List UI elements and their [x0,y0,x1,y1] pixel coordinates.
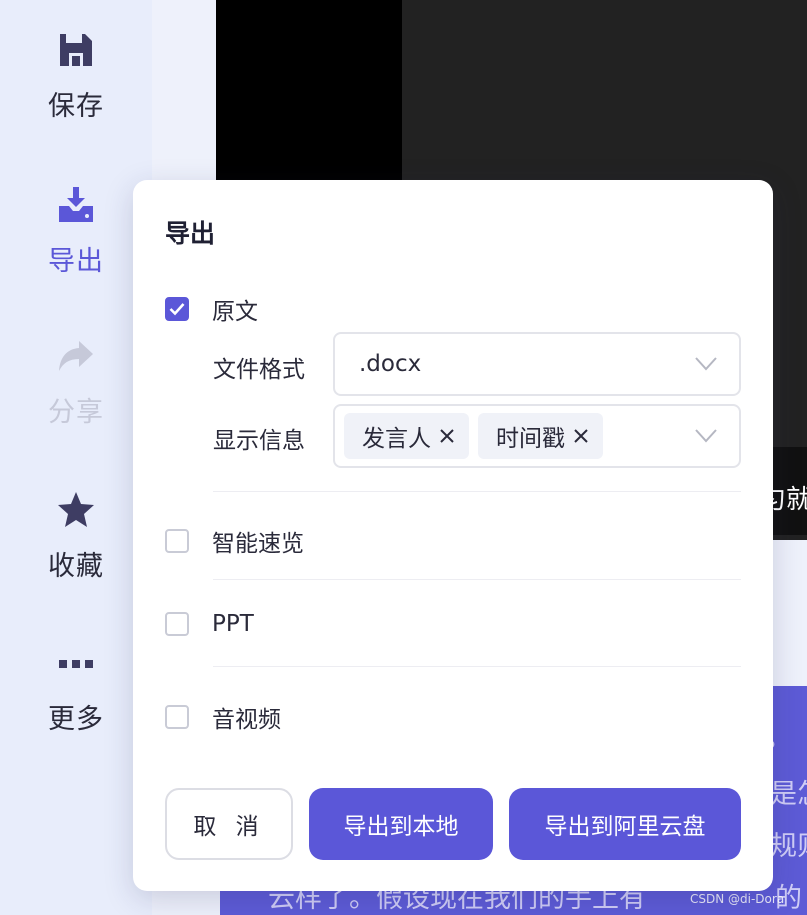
share-icon [56,336,96,376]
option-audio-video[interactable]: 音视频 [165,700,281,734]
tag-label: 发言人 [362,426,431,452]
sidebar-item-label: 收藏 [48,551,104,582]
file-format-value: .docx [359,351,422,377]
checkbox-ppt[interactable] [165,612,189,636]
tag-timestamp: 时间戳 [478,413,603,459]
sidebar-item-label: 保存 [48,91,104,122]
option-smart-preview[interactable]: 智能速览 [165,524,304,558]
file-format-select[interactable]: .docx [333,332,741,396]
checkbox-original[interactable] [165,297,189,321]
option-label: 原文 [212,299,258,325]
dialog-title: 导出 [165,219,216,248]
save-icon [56,30,96,70]
file-format-label: 文件格式 [213,357,305,383]
export-local-button[interactable]: 导出到本地 [309,788,493,860]
chevron-down-icon [695,357,717,371]
option-label: PPT [212,611,254,637]
export-dialog: 导出 原文 文件格式 .docx 显示信息 发言人 时间戳 智能速览 PPT 音… [133,180,773,891]
export-cloud-button[interactable]: 导出到阿里云盘 [509,788,741,860]
sidebar-item-share[interactable]: 分享 [0,336,152,429]
sidebar-item-label: 导出 [48,246,104,277]
sidebar: 保存 导出 分享 收藏 更多 [0,0,152,915]
option-original[interactable]: 原文 [165,292,258,326]
more-icon [56,643,96,683]
sidebar-item-more[interactable]: 更多 [0,643,152,736]
close-icon[interactable] [573,428,589,444]
star-icon [56,490,96,530]
sidebar-item-favorite[interactable]: 收藏 [0,490,152,583]
transcript-line: 规则 [770,831,807,862]
sidebar-item-label: 更多 [48,704,104,735]
option-ppt[interactable]: PPT [165,611,254,637]
tag-speaker: 发言人 [344,413,469,459]
display-info-label: 显示信息 [213,428,305,454]
download-icon [56,185,96,225]
option-label: 智能速览 [212,531,304,557]
close-icon[interactable] [439,428,455,444]
divider [213,579,741,580]
checkbox-smart-preview[interactable] [165,529,189,553]
check-icon [169,303,185,316]
option-label: 音视频 [212,707,281,733]
tag-label: 时间戳 [496,426,565,452]
sidebar-item-export[interactable]: 导出 [0,185,152,278]
checkbox-audio-video[interactable] [165,705,189,729]
transcript-line: 是怎 [770,779,807,810]
display-info-select[interactable]: 发言人 时间戳 [333,404,741,468]
cancel-button[interactable]: 取 消 [165,788,293,860]
sidebar-item-label: 分享 [48,397,104,428]
divider [213,666,741,667]
divider [213,491,741,492]
sidebar-item-save[interactable]: 保存 [0,30,152,123]
chevron-down-icon [695,429,717,443]
watermark: CSDN @di-Dora [690,892,785,906]
